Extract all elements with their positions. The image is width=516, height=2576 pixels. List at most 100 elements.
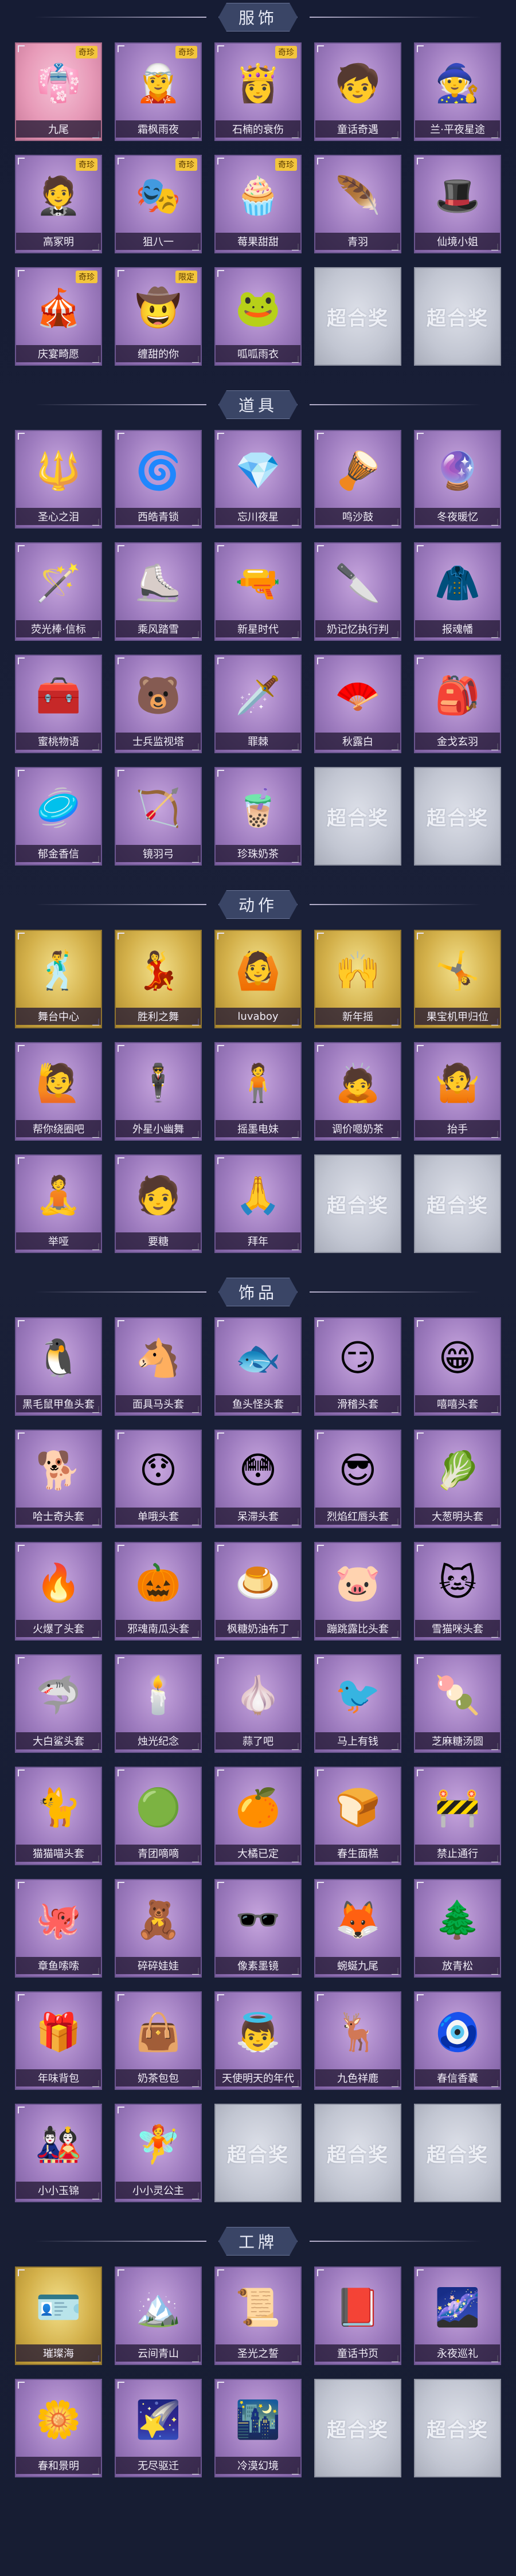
item-card[interactable]: 🌀 西皓青锁	[115, 430, 202, 528]
item-card[interactable]: 🏹 镜羽弓	[115, 767, 202, 866]
item-card[interactable]: 🧒 童话奇遇	[314, 42, 401, 141]
empty-slot[interactable]: 超合奖	[314, 2379, 401, 2477]
item-card[interactable]: 🥏 郁金香信	[15, 767, 102, 866]
item-card[interactable]: 🔪 奶记忆执行判	[314, 542, 401, 641]
item-card[interactable]: 🧸 碎碎娃娃	[115, 1879, 202, 1978]
item-card[interactable]: 🌼 春和景明	[15, 2379, 102, 2477]
item-card[interactable]: 🙇 调价嗯奶茶	[314, 1042, 401, 1141]
item-card[interactable]: 🚧 禁止通行	[414, 1767, 501, 1865]
item-card[interactable]: 🙋 帮你绕圈吧	[15, 1042, 102, 1141]
item-card[interactable]: 🐸 呱呱雨衣	[214, 267, 302, 366]
item-card[interactable]: 😏 滑稽头套	[314, 1317, 401, 1416]
item-card[interactable]: 🎪 庆宴畸愿 奇珍	[15, 267, 102, 366]
item-card[interactable]: 🪪 璀璨海	[15, 2266, 102, 2365]
item-card[interactable]: 🧚 小小灵公主	[115, 2104, 202, 2202]
item-card[interactable]: 😎 烈焰红唇头套	[314, 1430, 401, 1528]
item-card[interactable]: 📜 圣光之誓	[214, 2266, 302, 2365]
item-card[interactable]: 🍮 枫糖奶油布丁	[214, 1542, 302, 1641]
item-card[interactable]: 🗡️ 罪棘	[214, 655, 302, 753]
item-card[interactable]: 🐴 面具马头套	[115, 1317, 202, 1416]
item-card[interactable]: 🐧 黑毛鼠甲鱼头套	[15, 1317, 102, 1416]
empty-slot[interactable]: 超合奖	[414, 2379, 501, 2477]
item-card[interactable]: 💃 胜利之舞	[115, 930, 202, 1028]
item-card[interactable]: 🤸 果宝机甲归位	[414, 930, 501, 1028]
item-card[interactable]: 📕 童话书页	[314, 2266, 401, 2365]
item-card[interactable]: 🕴️ 外星小幽舞	[115, 1042, 202, 1141]
item-card[interactable]: 🙏 拜年	[214, 1154, 302, 1253]
item-card[interactable]: 🧍 摇墨电妹	[214, 1042, 302, 1141]
item-card[interactable]: 🐷 蹦跳露比头套	[314, 1542, 401, 1641]
item-card[interactable]: 🦈 大白鲨头套	[15, 1654, 102, 1753]
item-card[interactable]: 🧙 兰·平夜星途	[414, 42, 501, 141]
item-card[interactable]: 🧁 莓果甜甜 奇珍	[214, 155, 302, 253]
item-card[interactable]: 🎃 邪魂南瓜头套	[115, 1542, 202, 1641]
item-card[interactable]: 💎 忘川夜星	[214, 430, 302, 528]
item-card[interactable]: 🐦 马上有钱	[314, 1654, 401, 1753]
item-card[interactable]: 🤷 抬手	[414, 1042, 501, 1141]
item-card[interactable]: 🧑 要糖	[115, 1154, 202, 1253]
item-card[interactable]: 🔫 新星时代	[214, 542, 302, 641]
item-card[interactable]: 🐈 猫猫喵头套	[15, 1767, 102, 1865]
item-card[interactable]: 🎒 金戈玄羽	[414, 655, 501, 753]
item-card[interactable]: 🏔️ 云间青山	[115, 2266, 202, 2365]
item-card[interactable]: 🎁 年味背包	[15, 1991, 102, 2090]
empty-slot[interactable]: 超合奖	[414, 1154, 501, 1253]
item-card[interactable]: 🐕 哈士奇头套	[15, 1430, 102, 1528]
empty-slot[interactable]: 超合奖	[314, 2104, 401, 2202]
item-card[interactable]: 🍞 春生面糕	[314, 1767, 401, 1865]
item-card[interactable]: 🥬 大葱明头套	[414, 1430, 501, 1528]
item-card[interactable]: 🔥 火爆了头套	[15, 1542, 102, 1641]
item-card[interactable]: 🧘 举哑	[15, 1154, 102, 1253]
item-card[interactable]: 🔮 冬夜暖忆	[414, 430, 501, 528]
item-card[interactable]: 😳 呆滞头套	[214, 1430, 302, 1528]
item-card[interactable]: 🕶️ 像素墨镜	[214, 1879, 302, 1978]
item-card[interactable]: 🙆 luvaboy	[214, 930, 302, 1028]
item-card[interactable]: 🎭 狙八一 奇珍	[115, 155, 202, 253]
item-card[interactable]: 🕯️ 烛光纪念	[115, 1654, 202, 1753]
item-card[interactable]: 👜 奶茶包包	[115, 1991, 202, 2090]
item-card[interactable]: 🎎 小小玉锦	[15, 2104, 102, 2202]
item-card[interactable]: 😯 单哦头套	[115, 1430, 202, 1528]
empty-slot[interactable]: 超合奖	[214, 2104, 302, 2202]
empty-slot[interactable]: 超合奖	[314, 267, 401, 366]
item-card[interactable]: 🧥 报魂幡	[414, 542, 501, 641]
item-card[interactable]: 🧰 蜜桃物语	[15, 655, 102, 753]
item-card[interactable]: 🐱 雪猫咪头套	[414, 1542, 501, 1641]
item-card[interactable]: 🧿 春信香囊	[414, 1991, 501, 2090]
item-card[interactable]: 🦊 蜿蜒九尾	[314, 1879, 401, 1978]
empty-slot[interactable]: 超合奖	[314, 1154, 401, 1253]
item-card[interactable]: 🦌 九色祥鹿	[314, 1991, 401, 2090]
item-card[interactable]: 👘 九尾 奇珍	[15, 42, 102, 141]
empty-slot[interactable]: 超合奖	[414, 767, 501, 866]
item-card[interactable]: 🪶 青羽	[314, 155, 401, 253]
item-card[interactable]: 🟢 青团嘀嘀	[115, 1767, 202, 1865]
item-card[interactable]: 🪄 荧光棒·信标	[15, 542, 102, 641]
item-card[interactable]: 👸 石楠的衰伤 奇珍	[214, 42, 302, 141]
item-card[interactable]: 👼 天使明天的年代	[214, 1991, 302, 2090]
item-card[interactable]: 🌌 永夜巡礼	[414, 2266, 501, 2365]
item-card[interactable]: 🎩 仙境小姐	[414, 155, 501, 253]
item-card[interactable]: 🕺 舞台中心	[15, 930, 102, 1028]
item-card[interactable]: 🌠 无尽驱迁	[115, 2379, 202, 2477]
item-card[interactable]: 🔱 圣心之泪	[15, 430, 102, 528]
item-card[interactable]: 🐙 章鱼嗦嗦	[15, 1879, 102, 1978]
item-card[interactable]: 😁 嘻嘻头套	[414, 1317, 501, 1416]
item-card[interactable]: 🪘 鸣沙鼓	[314, 430, 401, 528]
item-card[interactable]: 🍊 大橘已定	[214, 1767, 302, 1865]
item-card[interactable]: 🤠 缠甜的你 限定	[115, 267, 202, 366]
item-card[interactable]: 🤵 高冢明 奇珍	[15, 155, 102, 253]
item-card[interactable]: ⛸️ 乘风踏雪	[115, 542, 202, 641]
item-card[interactable]: 🌃 冷漠幻境	[214, 2379, 302, 2477]
item-card[interactable]: 🐻 士兵监视塔	[115, 655, 202, 753]
empty-slot[interactable]: 超合奖	[414, 2104, 501, 2202]
item-card[interactable]: 🙌 新年摇	[314, 930, 401, 1028]
item-card[interactable]: 🌲 放青松	[414, 1879, 501, 1978]
item-card[interactable]: 🐟 鱼头怪头套	[214, 1317, 302, 1416]
item-card[interactable]: 🍡 芝麻糖汤圆	[414, 1654, 501, 1753]
empty-slot[interactable]: 超合奖	[414, 267, 501, 366]
item-card[interactable]: 🧄 蒜了吧	[214, 1654, 302, 1753]
item-card[interactable]: 🪭 秋露白	[314, 655, 401, 753]
item-card[interactable]: 🧝 霜枫雨夜 奇珍	[115, 42, 202, 141]
item-card[interactable]: 🧋 珍珠奶茶	[214, 767, 302, 866]
empty-slot[interactable]: 超合奖	[314, 767, 401, 866]
